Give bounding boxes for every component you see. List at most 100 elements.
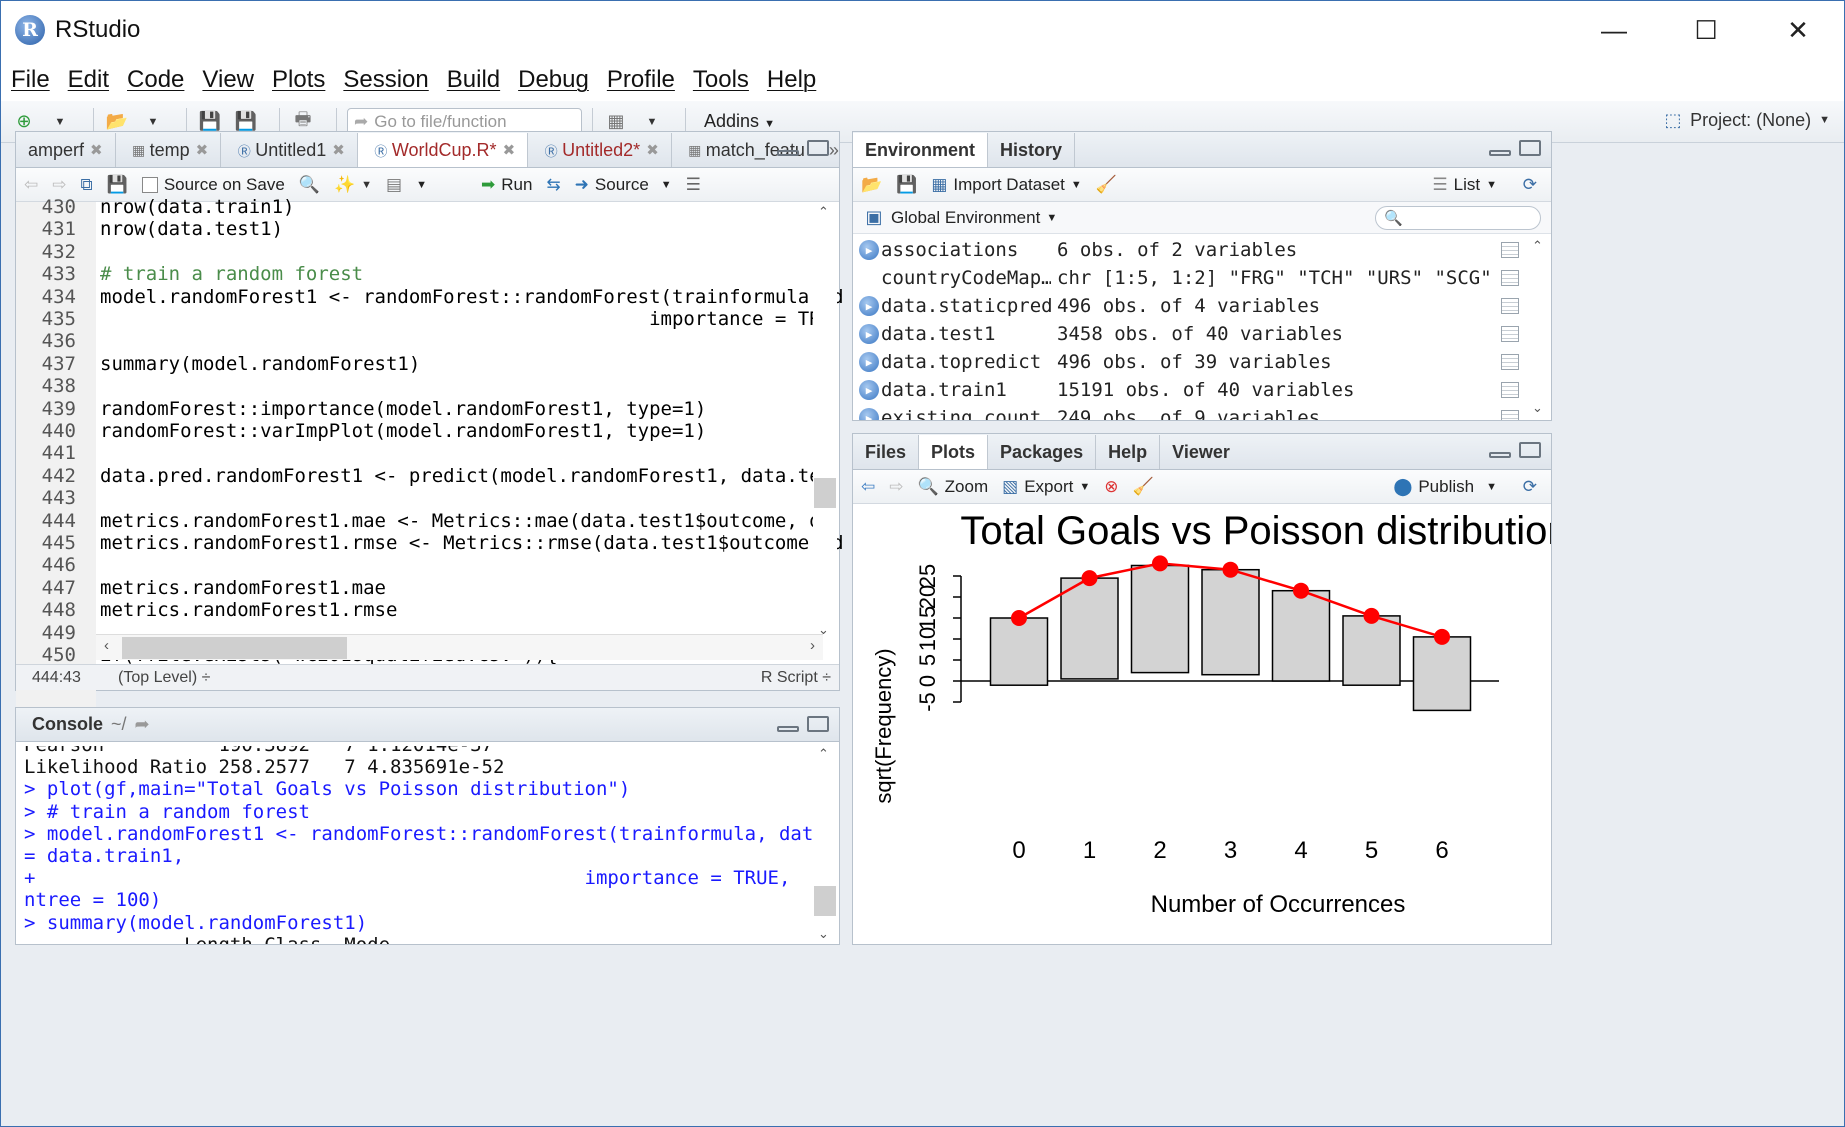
dropdown-arrow-icon[interactable]: ▼ xyxy=(416,179,427,191)
maximize-button[interactable]: ☐ xyxy=(1660,1,1752,59)
expand-icon[interactable]: ▶ xyxy=(859,240,879,260)
minimize-pane-icon[interactable] xyxy=(777,150,799,156)
export-button[interactable]: ▧ Export ▼ xyxy=(1002,477,1090,497)
minimize-button[interactable]: — xyxy=(1568,1,1660,59)
clear-plots-broom-icon[interactable]: 🧹 xyxy=(1132,477,1153,497)
maximize-pane-icon[interactable] xyxy=(807,140,829,156)
environment-row[interactable]: countryCodeMap… chr [1:5, 1:2] "FRG" "TCH… xyxy=(853,264,1521,292)
file-type-selector[interactable]: R Script ÷ xyxy=(761,669,831,687)
refresh-icon[interactable]: ⟳ xyxy=(1523,477,1537,497)
global-environment-selector[interactable]: ▣ Global Environment ▼ xyxy=(863,207,1057,229)
console-scrollbar[interactable]: ⌃ ⌄ xyxy=(813,744,837,944)
load-workspace-icon[interactable]: 📂 xyxy=(861,175,882,195)
save-workspace-icon[interactable]: 💾 xyxy=(896,175,917,195)
tab-untitled1[interactable]: Ⓡ Untitled1 ✖ xyxy=(221,133,358,167)
menu-file[interactable]: File xyxy=(11,66,50,94)
addins-menu[interactable]: Addins ▼ xyxy=(704,111,775,132)
close-tab-icon[interactable]: ✖ xyxy=(90,141,103,159)
expand-icon[interactable]: ▶ xyxy=(859,296,879,316)
forward-button[interactable]: ⇨ xyxy=(52,175,66,195)
view-data-icon[interactable] xyxy=(1501,354,1519,370)
publish-button[interactable]: ⬤ Publish ▼ xyxy=(1393,477,1497,497)
previous-plot-button[interactable]: ⇦ xyxy=(861,477,875,497)
import-dataset-button[interactable]: ▦ Import Dataset ▼ xyxy=(931,175,1081,195)
compile-report-icon[interactable]: ▤ xyxy=(386,175,402,195)
tab-untitled2[interactable]: Ⓡ Untitled2* ✖ xyxy=(528,133,672,167)
search-icon[interactable]: 🔍 xyxy=(299,175,320,195)
environment-search-input[interactable]: 🔍 xyxy=(1375,205,1541,230)
maximize-pane-icon[interactable] xyxy=(807,716,829,732)
tab-console[interactable]: Console ~/ ➦ xyxy=(16,708,162,741)
environment-row[interactable]: ▶ data.staticpred 496 obs. of 4 variables xyxy=(853,292,1521,320)
view-data-icon[interactable] xyxy=(1501,382,1519,398)
view-mode-button[interactable]: ☰ List ▼ xyxy=(1432,175,1497,195)
expand-icon[interactable]: ▶ xyxy=(859,408,879,420)
zoom-button[interactable]: 🔍 Zoom xyxy=(918,477,989,497)
menu-session[interactable]: Session xyxy=(343,66,428,94)
environment-row[interactable]: ▶ data.topredict 496 obs. of 39 variables xyxy=(853,348,1521,376)
tab-history[interactable]: History xyxy=(988,133,1076,167)
close-button[interactable]: ✕ xyxy=(1752,1,1844,59)
environment-scrollbar[interactable]: ⌃ ⌄ xyxy=(1527,236,1549,416)
editor-vertical-scrollbar[interactable]: ⌃ ⌄ xyxy=(813,202,837,642)
console-output[interactable]: Pearson 190.3892 7 1.12014e-37Likelihood… xyxy=(24,746,814,944)
remove-plot-icon[interactable]: ⊗ xyxy=(1104,477,1118,497)
menu-plots[interactable]: Plots xyxy=(272,66,325,94)
close-tab-icon[interactable]: ✖ xyxy=(646,141,659,159)
scope-selector[interactable]: (Top Level) ÷ xyxy=(118,669,210,687)
rerun-button[interactable]: ⇆ xyxy=(546,175,560,195)
tab-packages[interactable]: Packages xyxy=(988,435,1097,469)
menu-profile[interactable]: Profile xyxy=(607,66,675,94)
scroll-thumb[interactable] xyxy=(122,637,347,659)
maximize-pane-icon[interactable] xyxy=(1519,442,1541,458)
view-data-icon[interactable] xyxy=(1501,242,1519,258)
refresh-icon[interactable]: ⟳ xyxy=(1523,175,1537,195)
minimize-pane-icon[interactable] xyxy=(1489,452,1511,458)
tab-viewer[interactable]: Viewer xyxy=(1160,435,1242,469)
expand-icon[interactable]: ▶ xyxy=(859,324,879,344)
view-data-icon[interactable] xyxy=(1501,410,1519,420)
menu-help[interactable]: Help xyxy=(767,66,816,94)
tab-worldcup[interactable]: Ⓡ WorldCup.R* ✖ xyxy=(357,133,529,167)
view-data-icon[interactable] xyxy=(1501,298,1519,314)
tab-amperf[interactable]: amperf ✖ xyxy=(16,133,116,167)
scroll-thumb[interactable] xyxy=(814,886,836,916)
next-plot-button[interactable]: ⇨ xyxy=(889,477,903,497)
close-tab-icon[interactable]: ✖ xyxy=(196,141,209,159)
back-button[interactable]: ⇦ xyxy=(24,175,38,195)
close-tab-icon[interactable]: ✖ xyxy=(332,141,345,159)
clear-broom-icon[interactable]: 🧹 xyxy=(1096,175,1117,195)
environment-row[interactable]: ▶ existing_count… 249 obs. of 9 variables xyxy=(853,404,1521,420)
tab-temp[interactable]: ▦ temp ✖ xyxy=(116,133,222,167)
tab-environment[interactable]: Environment xyxy=(853,133,989,167)
environment-row[interactable]: ▶ data.test1 3458 obs. of 40 variables xyxy=(853,320,1521,348)
menu-tools[interactable]: Tools xyxy=(693,66,749,94)
show-in-window-icon[interactable]: ⧉ xyxy=(81,175,93,195)
editor-horizontal-scrollbar[interactable]: ‹ › xyxy=(96,634,823,660)
source-button[interactable]: ➜ Source ▼ xyxy=(575,175,672,195)
view-data-icon[interactable] xyxy=(1501,326,1519,342)
environment-row[interactable]: ▶ data.train1 15191 obs. of 40 variables xyxy=(853,376,1521,404)
outline-icon[interactable]: ☰ xyxy=(686,175,701,195)
expand-icon[interactable]: ▶ xyxy=(859,352,879,372)
goto-dir-icon[interactable]: ➦ xyxy=(135,714,150,735)
close-tab-icon[interactable]: ✖ xyxy=(503,141,516,159)
minimize-pane-icon[interactable] xyxy=(1489,150,1511,156)
run-button[interactable]: ➡ Run xyxy=(481,175,532,195)
menu-view[interactable]: View xyxy=(202,66,254,94)
project-menu[interactable]: ⬚ Project: (None) ▼ xyxy=(1662,109,1830,131)
menu-code[interactable]: Code xyxy=(127,66,184,94)
menu-edit[interactable]: Edit xyxy=(68,66,109,94)
code-tools-wand-icon[interactable]: ✨ ▼ xyxy=(334,175,372,195)
tab-files[interactable]: Files xyxy=(853,435,920,469)
maximize-pane-icon[interactable] xyxy=(1519,140,1541,156)
environment-row[interactable]: ▶ associations 6 obs. of 2 variables xyxy=(853,236,1521,264)
menu-debug[interactable]: Debug xyxy=(518,66,589,94)
scroll-thumb[interactable] xyxy=(814,478,836,508)
menu-build[interactable]: Build xyxy=(447,66,500,94)
tab-help[interactable]: Help xyxy=(1096,435,1161,469)
save-icon[interactable]: 💾 xyxy=(107,175,128,195)
view-data-icon[interactable] xyxy=(1501,270,1519,286)
source-on-save-checkbox[interactable]: Source on Save xyxy=(141,175,285,195)
tab-plots[interactable]: Plots xyxy=(919,435,989,469)
